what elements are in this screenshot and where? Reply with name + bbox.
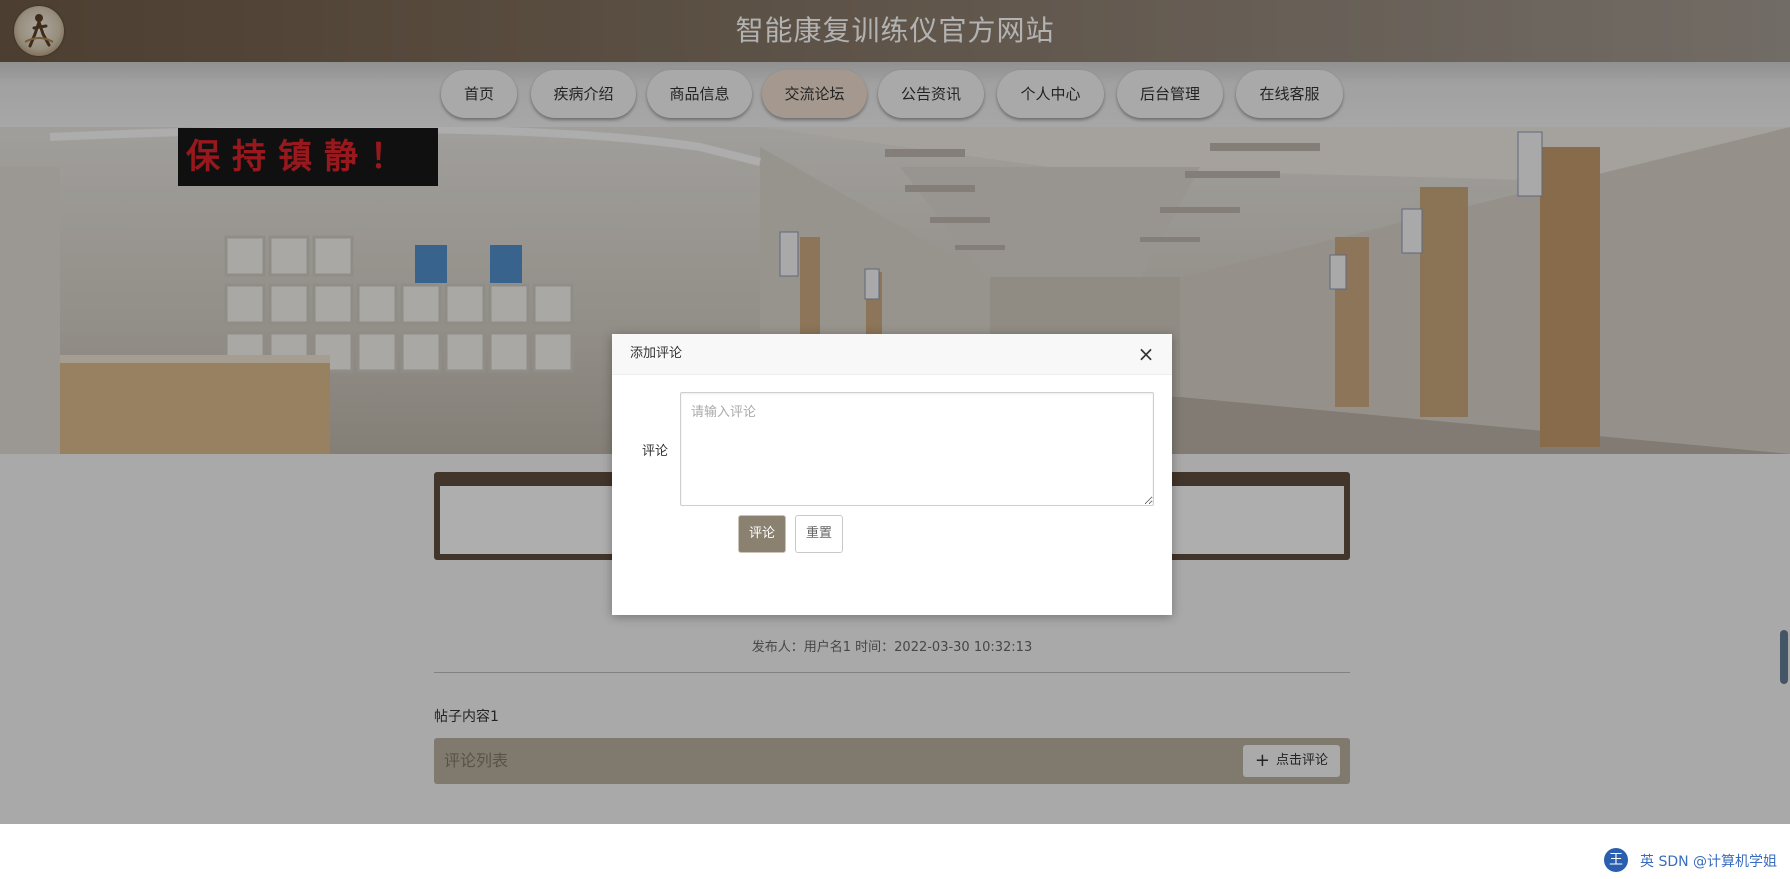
page-footer-strip — [0, 824, 1790, 879]
add-comment-dialog: 添加评论 × 评论 评论 重置 — [612, 334, 1172, 615]
comment-textarea[interactable] — [680, 392, 1154, 506]
reset-button[interactable]: 重置 — [795, 515, 843, 553]
close-icon[interactable]: × — [1134, 342, 1158, 366]
watermark-text: 英 SDN @计算机学姐 — [1640, 854, 1778, 870]
dialog-title: 添加评论 — [630, 346, 683, 361]
comment-field-label: 评论 — [642, 444, 669, 459]
submit-comment-button[interactable]: 评论 — [738, 515, 786, 553]
ime-badge-icon: 王 — [1604, 848, 1628, 872]
dialog-header: 添加评论 × — [612, 334, 1172, 375]
side-scroll-handle[interactable] — [1780, 630, 1788, 684]
